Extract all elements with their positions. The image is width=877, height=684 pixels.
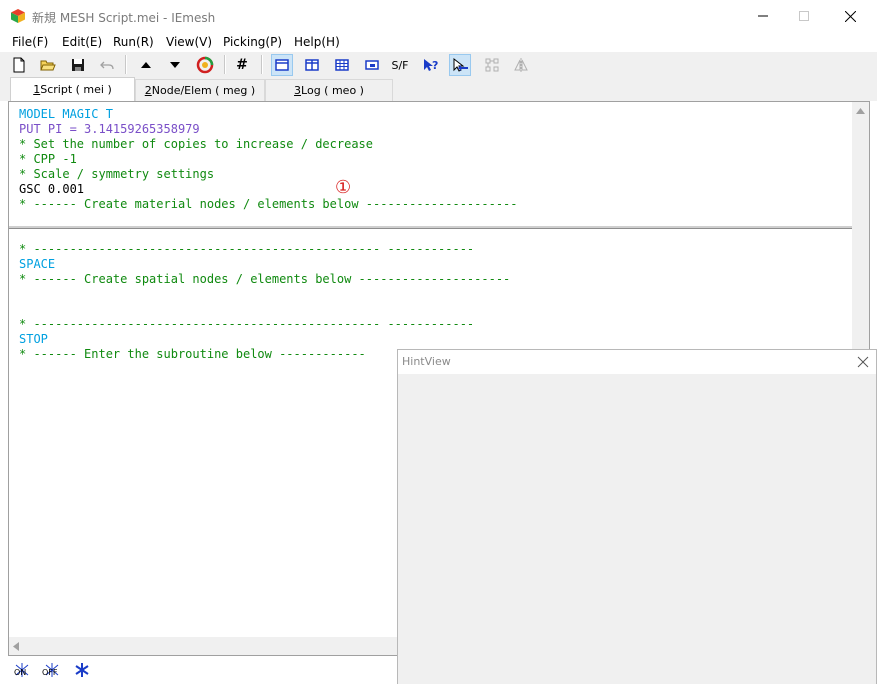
save-icon <box>72 59 84 71</box>
maximize-icon <box>799 11 809 21</box>
window-title: 新規 MESH Script.mei - IEmesh <box>32 11 216 25</box>
save-button[interactable] <box>67 54 89 76</box>
snap-off-label: OFF <box>42 668 58 677</box>
close-icon[interactable] <box>856 355 870 369</box>
code-line[interactable]: * ------ Enter the subroutine below ----… <box>19 347 366 362</box>
undo-button[interactable] <box>96 54 118 76</box>
single-pane-icon <box>275 59 289 71</box>
tab-node-elem[interactable]: 2 Node/Elem ( meg ) <box>135 79 265 101</box>
close-icon <box>844 10 856 22</box>
menu-view[interactable]: View(V) <box>166 35 212 49</box>
new-file-button[interactable] <box>8 54 30 76</box>
snap-on-icon: ON <box>14 663 29 677</box>
snap-off-button[interactable]: OFF <box>41 660 63 680</box>
hash-icon: # <box>236 57 248 73</box>
tab-script[interactable]: 1 Script ( mei ) <box>10 77 135 101</box>
pick-mode-button[interactable] <box>449 54 471 76</box>
snap-on-label: ON <box>14 668 26 677</box>
iemesh-cube-icon <box>11 9 25 23</box>
menu-file[interactable]: File(F) <box>12 35 48 49</box>
move-down-button[interactable] <box>164 54 186 76</box>
tab-log-label: Log ( meo ) <box>301 84 364 97</box>
maximize-button[interactable] <box>781 0 827 32</box>
tab-strip: 1 Script ( mei ) 2 Node/Elem ( meg ) 3 L… <box>0 77 877 101</box>
tab-script-number: 1 <box>33 83 41 96</box>
snap-all-button[interactable] <box>71 660 93 680</box>
open-file-button[interactable] <box>37 54 59 76</box>
scroll-up-icon[interactable] <box>856 108 865 114</box>
split-vertical-view-button[interactable] <box>301 54 323 76</box>
node-select-button[interactable] <box>481 54 503 76</box>
pick-cursor-icon <box>453 57 468 72</box>
code-line[interactable]: PUT PI = 3.14159265358979 <box>19 122 200 137</box>
minimize-icon <box>758 15 768 17</box>
window-icon <box>365 60 379 70</box>
new-file-icon <box>13 57 25 73</box>
editor-top-pane[interactable]: MODEL MAGIC T PUT PI = 3.14159265358979 … <box>9 102 852 226</box>
hintview-content <box>398 374 876 684</box>
code-line[interactable]: * --------------------------------------… <box>19 242 474 257</box>
toolbar-separator <box>125 55 127 74</box>
open-folder-icon <box>40 60 56 71</box>
code-line[interactable]: * CPP -1 <box>19 152 77 167</box>
undo-icon <box>100 61 114 70</box>
toolbar: # S/F ? <box>0 52 877 77</box>
help-pointer-icon: ? <box>424 59 438 72</box>
triangle-up-icon <box>141 62 151 68</box>
menu-picking[interactable]: Picking(P) <box>223 35 282 49</box>
menu-help[interactable]: Help(H) <box>294 35 340 49</box>
tab-log[interactable]: 3 Log ( meo ) <box>265 79 393 101</box>
mirror-icon <box>514 58 528 72</box>
tab-node-elem-number: 2 <box>144 84 152 97</box>
node-frame-icon <box>485 58 499 72</box>
snap-on-button[interactable]: ON <box>11 660 33 680</box>
mirror-button[interactable] <box>510 54 532 76</box>
run-cycle-icon <box>196 56 214 74</box>
tab-node-elem-label: Node/Elem ( meg ) <box>151 84 256 97</box>
code-line[interactable]: GSC 0.001 <box>19 182 84 197</box>
grid-view-button[interactable] <box>331 54 353 76</box>
code-line[interactable]: * --------------------------------------… <box>19 317 474 332</box>
toolbar-separator <box>261 55 263 74</box>
svg-text:?: ? <box>432 59 438 72</box>
asterisk-icon <box>75 663 89 677</box>
menu-run[interactable]: Run(R) <box>113 35 154 49</box>
window-view-button[interactable] <box>361 54 383 76</box>
run-button[interactable] <box>194 54 216 76</box>
split-vertical-icon <box>305 59 319 71</box>
title-bar: 新規 MESH Script.mei - IEmesh <box>0 0 877 32</box>
hintview-title-bar[interactable]: HintView <box>398 350 876 374</box>
sf-label: S/F <box>391 58 409 72</box>
scroll-left-icon[interactable] <box>13 642 19 651</box>
code-line[interactable]: * ------ Create material nodes / element… <box>19 197 518 212</box>
hintview-title: HintView <box>402 355 451 368</box>
grid-icon <box>335 59 349 71</box>
code-line[interactable]: MODEL MAGIC T <box>19 107 113 122</box>
minimize-button[interactable] <box>740 0 786 32</box>
line-number-button[interactable]: # <box>231 54 253 76</box>
menu-edit[interactable]: Edit(E) <box>62 35 102 49</box>
code-line[interactable]: STOP <box>19 332 48 347</box>
tab-log-number: 3 <box>294 84 302 97</box>
annotation-marker: ① <box>335 177 352 198</box>
sf-button[interactable]: S/F <box>389 54 411 76</box>
triangle-down-icon <box>170 62 180 68</box>
single-pane-view-button[interactable] <box>271 54 293 76</box>
context-help-button[interactable]: ? <box>420 54 442 76</box>
toolbar-separator <box>224 55 226 74</box>
code-line[interactable]: * Scale / symmetry settings <box>19 167 214 182</box>
move-up-button[interactable] <box>135 54 157 76</box>
snap-off-icon: OFF <box>42 663 59 677</box>
code-line[interactable]: * Set the number of copies to increase /… <box>19 137 373 152</box>
code-line[interactable]: * ------ Create spatial nodes / elements… <box>19 272 510 287</box>
tab-script-label: Script ( mei ) <box>40 83 112 96</box>
hintview-window[interactable]: HintView <box>397 349 877 684</box>
code-line[interactable]: SPACE <box>19 257 55 272</box>
close-button[interactable] <box>827 0 873 32</box>
menu-bar: File(F) Edit(E) Run(R) View(V) Picking(P… <box>0 32 877 52</box>
